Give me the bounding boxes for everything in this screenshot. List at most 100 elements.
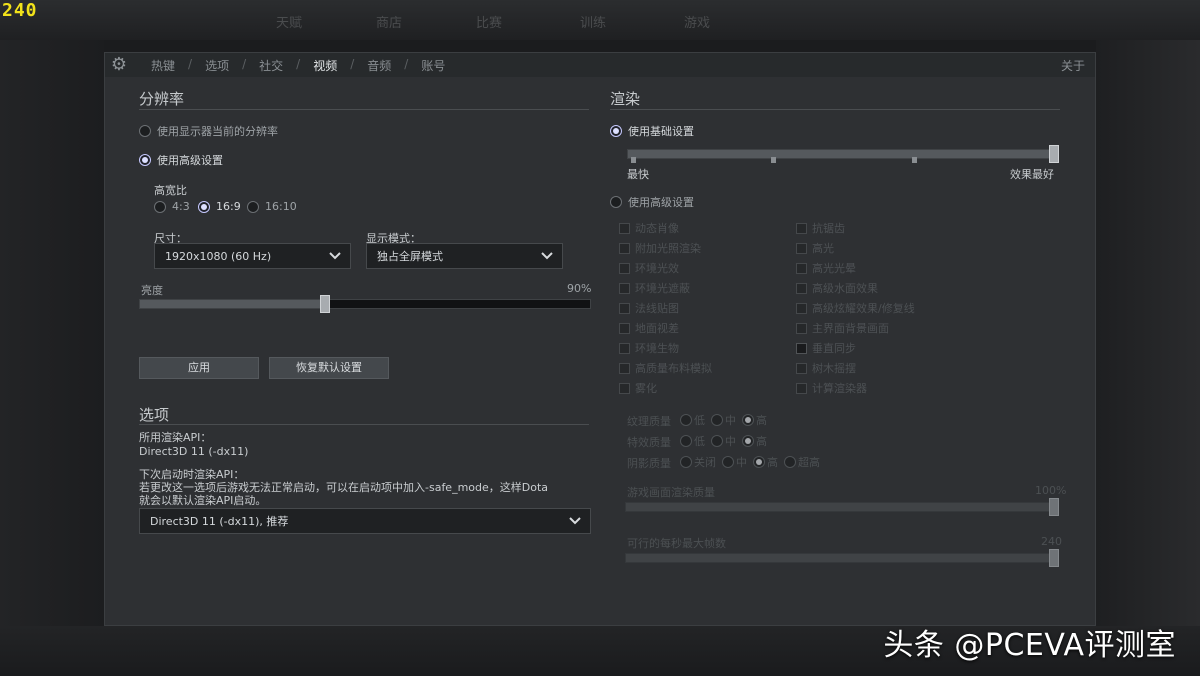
brightness-label: 亮度 [141, 284, 163, 297]
radio-use-monitor-resolution[interactable]: 使用显示器当前的分辨率 [139, 123, 278, 139]
settings-modal: ⚙ 热键 / 选项 / 社交 / 视频 / 音频 / 账号 关于 分辨率 使用显… [104, 52, 1096, 626]
radio-button[interactable] [742, 414, 754, 426]
checkbox[interactable] [796, 342, 807, 354]
tab-social[interactable]: 社交 [259, 57, 283, 74]
checkbox[interactable] [619, 282, 630, 294]
settings-tab-bar: ⚙ 热键 / 选项 / 社交 / 视频 / 音频 / 账号 关于 [105, 53, 1095, 77]
max-fps-value: 240 [1041, 535, 1062, 548]
checkbox-option[interactable]: 树木摇摆 [796, 360, 856, 376]
radio-button[interactable] [610, 125, 622, 137]
render-scale-label: 游戏画面渲染质量 [627, 486, 715, 499]
checkbox[interactable] [619, 242, 630, 254]
checkbox-option[interactable]: 环境光效 [619, 260, 679, 276]
checkbox-label: 高级水面效果 [812, 282, 878, 295]
checkbox-option[interactable]: 主界面背景画面 [796, 320, 889, 336]
radio-button[interactable] [784, 456, 796, 468]
radio-use-advanced-render[interactable]: 使用高级设置 [610, 194, 694, 210]
checkbox[interactable] [796, 262, 807, 274]
checkbox[interactable] [619, 342, 630, 354]
checkbox[interactable] [796, 222, 807, 234]
checkbox[interactable] [796, 282, 807, 294]
checkbox-option[interactable]: 高光光晕 [796, 260, 856, 276]
texture-quality-label: 纹理质量 [627, 415, 671, 428]
apply-button[interactable]: 应用 [139, 357, 259, 379]
radio-button[interactable] [753, 456, 765, 468]
restore-defaults-button[interactable]: 恢复默认设置 [269, 357, 389, 379]
aspect-4-3[interactable]: 4:3 [154, 200, 190, 213]
slider-handle[interactable] [1049, 549, 1059, 567]
radio-button[interactable] [139, 154, 151, 166]
checkbox-option[interactable]: 垂直同步 [796, 340, 856, 356]
checkbox-option[interactable]: 环境光遮蔽 [619, 280, 690, 296]
radio-button[interactable] [198, 200, 210, 213]
about-link[interactable]: 关于 [1061, 57, 1085, 74]
shadow-quality-label: 阴影质量 [627, 457, 671, 470]
radio-label: 使用高级设置 [628, 196, 694, 209]
slider-fill [626, 503, 1058, 511]
radio-button[interactable] [711, 414, 723, 426]
tab-options[interactable]: 选项 [205, 57, 229, 74]
tab-video[interactable]: 视频 [313, 57, 337, 74]
checkbox-option[interactable]: 高质量布料模拟 [619, 360, 712, 376]
radio-use-basic-render[interactable]: 使用基础设置 [610, 123, 694, 139]
slider-tick [771, 157, 776, 163]
checkbox-option[interactable]: 抗锯齿 [796, 220, 845, 236]
size-dropdown[interactable]: 1920x1080 (60 Hz) [154, 243, 351, 269]
render-quality-slider[interactable] [627, 145, 1059, 163]
checkbox[interactable] [796, 362, 807, 374]
bg-nav-item: 训练 [580, 16, 607, 31]
slider-handle[interactable] [1049, 498, 1059, 516]
radio-button[interactable] [722, 456, 734, 468]
tab-account[interactable]: 账号 [421, 57, 445, 74]
aspect-16-9[interactable]: 16:9 [198, 200, 241, 213]
checkbox[interactable] [619, 262, 630, 274]
radio-button[interactable] [680, 414, 692, 426]
radio-button[interactable] [154, 200, 166, 213]
radio-button[interactable] [680, 435, 692, 447]
checkbox[interactable] [619, 382, 630, 394]
tab-audio[interactable]: 音频 [367, 57, 391, 74]
checkbox[interactable] [619, 322, 630, 334]
next-api-label: 下次启动时渲染API： [139, 468, 245, 481]
brightness-slider[interactable] [139, 295, 591, 313]
checkbox-option[interactable]: 法线贴图 [619, 300, 679, 316]
checkbox-option[interactable]: 附加光照渲染 [619, 240, 701, 256]
checkbox[interactable] [796, 382, 807, 394]
radio-label: 使用显示器当前的分辨率 [157, 125, 278, 138]
tab-hotkeys[interactable]: 热键 [151, 57, 175, 74]
checkbox-option[interactable]: 高级水面效果 [796, 280, 878, 296]
checkbox[interactable] [796, 302, 807, 314]
divider [139, 424, 589, 425]
radio-button[interactable] [742, 435, 754, 447]
gear-icon[interactable]: ⚙ [109, 55, 129, 75]
radio-button[interactable] [610, 196, 622, 208]
checkbox-option[interactable]: 高级炫耀效果/修复线 [796, 300, 915, 316]
slider-handle[interactable] [319, 295, 330, 313]
checkbox[interactable] [796, 322, 807, 334]
radio-button[interactable] [711, 435, 723, 447]
radio-use-advanced-resolution[interactable]: 使用高级设置 [139, 152, 223, 168]
max-fps-label: 可行的每秒最大帧数 [627, 537, 726, 550]
max-fps-slider[interactable] [625, 549, 1059, 567]
checkbox[interactable] [619, 362, 630, 374]
checkbox[interactable] [619, 222, 630, 234]
display-mode-dropdown[interactable]: 独占全屏模式 [366, 243, 563, 269]
brightness-value: 90% [567, 282, 592, 295]
radio-button[interactable] [247, 200, 259, 213]
checkbox[interactable] [619, 302, 630, 314]
checkbox-option[interactable]: 计算渲染器 [796, 380, 867, 396]
radio-label: 高 [756, 414, 767, 427]
checkbox-option[interactable]: 高光 [796, 240, 834, 256]
checkbox-label: 雾化 [635, 382, 657, 395]
checkbox-option[interactable]: 地面视差 [619, 320, 679, 336]
checkbox-option[interactable]: 雾化 [619, 380, 657, 396]
radio-button[interactable] [680, 456, 692, 468]
render-scale-slider[interactable] [625, 498, 1059, 516]
checkbox-option[interactable]: 动态肖像 [619, 220, 679, 236]
aspect-16-10[interactable]: 16:10 [247, 200, 297, 213]
radio-button[interactable] [139, 125, 151, 137]
checkbox[interactable] [796, 242, 807, 254]
slider-handle[interactable] [1049, 145, 1059, 163]
checkbox-option[interactable]: 环境生物 [619, 340, 679, 356]
render-api-dropdown[interactable]: Direct3D 11 (-dx11), 推荐 [139, 508, 591, 534]
